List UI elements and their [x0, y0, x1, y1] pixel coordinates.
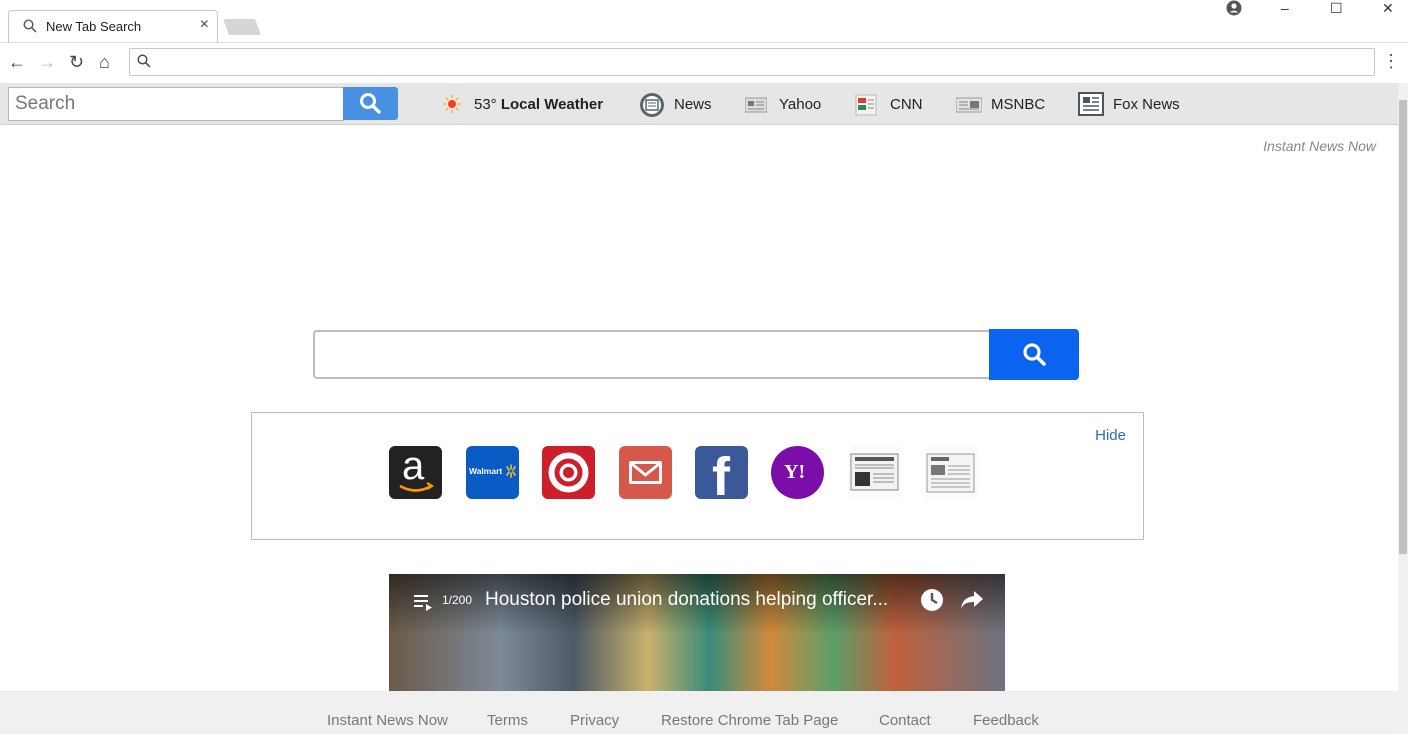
yahoo-newspaper-icon	[744, 96, 769, 120]
footer-link-feedback[interactable]: Feedback	[973, 712, 1039, 729]
shortcuts-panel: Hide a Walmart f Y!	[251, 412, 1144, 540]
target-icon	[542, 452, 595, 503]
amazon-icon: a	[389, 444, 442, 499]
extension-search-input[interactable]	[8, 87, 344, 121]
playlist-position: 1/200	[442, 593, 473, 607]
fox-news-newspaper-icon	[1078, 91, 1104, 116]
video-title[interactable]: Houston police union donations helping o…	[485, 589, 888, 611]
footer-link-restore-chrome-tab-page[interactable]: Restore Chrome Tab Page	[661, 712, 838, 729]
facebook-shortcut[interactable]: f	[695, 446, 748, 499]
tab-close-button[interactable]: ×	[200, 17, 209, 33]
new-tab-button[interactable]	[223, 19, 261, 35]
search-icon	[359, 92, 381, 119]
sun-icon	[442, 92, 466, 116]
footer-link-terms[interactable]: Terms	[487, 712, 528, 729]
page-footer: Instant News Now Terms Privacy Restore C…	[0, 691, 1398, 734]
address-bar[interactable]	[129, 48, 1375, 76]
news-icon	[639, 92, 664, 117]
local-weather-link[interactable]: 53° Local Weather	[474, 96, 603, 113]
newspaper-icon	[848, 453, 901, 503]
footer-link-instant-news-now[interactable]: Instant News Now	[327, 712, 448, 729]
msnbc-link[interactable]: MSNBC	[991, 96, 1045, 113]
minimize-button[interactable]: –	[1281, 0, 1289, 16]
newspaper-shortcut-1[interactable]	[848, 446, 901, 499]
browser-title-bar: New Tab Search × – ☐ ✕	[0, 0, 1408, 42]
share-icon[interactable]	[960, 589, 984, 616]
forward-button[interactable]: →	[38, 52, 56, 72]
fox-news-link[interactable]: Fox News	[1113, 96, 1180, 113]
page-scrollbar[interactable]	[1398, 83, 1408, 734]
browser-menu-button[interactable]: ⋮	[1382, 51, 1400, 72]
footer-link-contact[interactable]: Contact	[879, 712, 931, 729]
back-button[interactable]: ←	[8, 52, 26, 72]
yahoo-shortcut[interactable]: Y!	[771, 446, 824, 499]
mail-icon	[619, 461, 672, 503]
search-icon	[23, 19, 37, 38]
video-player[interactable]: 1/200 Houston police union donations hel…	[389, 574, 1005, 691]
news-link[interactable]: News	[674, 96, 712, 113]
target-shortcut[interactable]	[542, 446, 595, 499]
weather-label: Local Weather	[500, 96, 604, 113]
main-search-input[interactable]	[313, 330, 990, 379]
tab-title: New Tab Search	[46, 19, 142, 34]
daily-news-icon	[924, 453, 977, 503]
maximize-button[interactable]: ☐	[1330, 0, 1343, 17]
cnn-icon	[855, 94, 879, 118]
watch-later-icon[interactable]	[920, 588, 944, 617]
yahoo-icon: Y!	[784, 461, 806, 483]
hide-shortcuts-link[interactable]: Hide	[1095, 427, 1126, 444]
home-button[interactable]: ⌂	[99, 52, 110, 72]
profile-icon[interactable]	[1226, 0, 1242, 19]
newspaper-shortcut-2[interactable]	[924, 446, 977, 499]
main-search-button[interactable]	[989, 329, 1079, 380]
msnbc-newspaper-icon	[955, 96, 983, 120]
browser-toolbar: ← → ↻ ⌂ ⋮	[0, 42, 1408, 83]
yahoo-link[interactable]: Yahoo	[779, 96, 821, 113]
gmail-shortcut[interactable]	[619, 446, 672, 499]
search-icon	[137, 54, 151, 73]
facebook-icon: f	[712, 447, 730, 499]
close-window-button[interactable]: ✕	[1382, 0, 1394, 17]
walmart-icon: Walmart	[466, 446, 519, 499]
walmart-shortcut[interactable]: Walmart	[466, 446, 519, 499]
amazon-shortcut[interactable]: a	[389, 444, 442, 499]
extension-search-button[interactable]	[343, 87, 398, 120]
playlist-icon[interactable]	[414, 593, 434, 616]
reload-button[interactable]: ↻	[69, 52, 84, 72]
extension-toolbar: 53° Local Weather News Yahoo CNN MSNBC F…	[0, 83, 1398, 125]
brand-link[interactable]: Instant News Now	[1263, 138, 1376, 154]
browser-tab[interactable]: New Tab Search ×	[8, 10, 218, 42]
search-icon	[1022, 342, 1046, 371]
cnn-link[interactable]: CNN	[890, 96, 923, 113]
weather-temperature: 53°	[474, 96, 497, 113]
footer-link-privacy[interactable]: Privacy	[570, 712, 619, 729]
scrollbar-thumb[interactable]	[1399, 100, 1407, 554]
